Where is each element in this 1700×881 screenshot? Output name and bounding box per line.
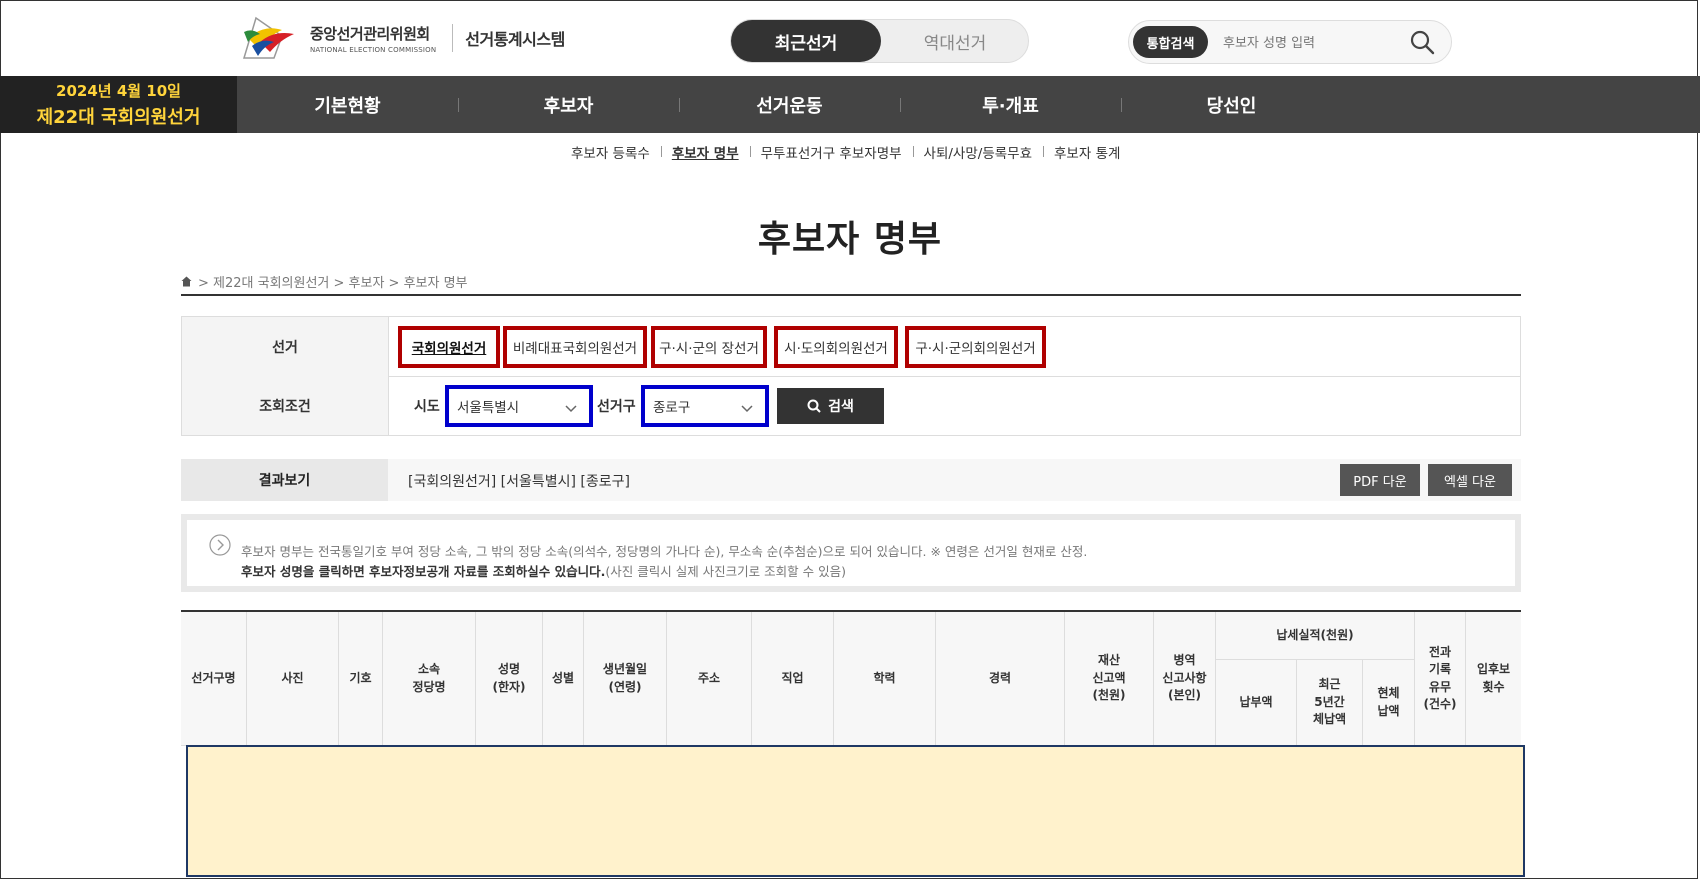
col-birthdate: 생년월일 (연령) bbox=[584, 612, 667, 746]
result-criteria: [국회의원선거] [서울특별시] [종로구] bbox=[408, 474, 630, 490]
chevron-down-icon bbox=[741, 401, 753, 413]
tab-local-head[interactable]: 구·시·군의 장선거 bbox=[651, 326, 767, 368]
col-address: 주소 bbox=[667, 612, 752, 746]
col-job: 직업 bbox=[752, 612, 834, 746]
col-career: 경력 bbox=[936, 612, 1065, 746]
col-assets: 재산 신고액 (천원) bbox=[1065, 612, 1154, 746]
condition-label: 조회조건 bbox=[182, 376, 389, 435]
toggle-past-election[interactable]: 역대선거 bbox=[881, 20, 1029, 62]
col-gender: 성별 bbox=[543, 612, 584, 746]
col-education: 학력 bbox=[834, 612, 936, 746]
unified-search: 통합검색 bbox=[1128, 20, 1452, 64]
col-number: 기호 bbox=[339, 612, 383, 746]
logo-divider bbox=[452, 24, 454, 52]
subnav-candidate-list[interactable]: 후보자 명부 bbox=[660, 142, 750, 162]
tab-proportional[interactable]: 비례대표국회의원선거 bbox=[503, 326, 647, 368]
nav-basic-status[interactable]: 기본현황 bbox=[237, 76, 458, 133]
col-party: 소속 정당명 bbox=[383, 612, 476, 746]
pdf-download-button[interactable]: PDF 다운 bbox=[1340, 464, 1420, 496]
sido-label: 시도 bbox=[414, 399, 440, 415]
excel-download-button[interactable]: 엑셀 다운 bbox=[1428, 464, 1512, 496]
subnav-uncontested-list[interactable]: 무투표선거구 후보자명부 bbox=[749, 142, 913, 162]
breadcrumb: > 제22대 국회의원선거 > 후보자 > 후보자 명부 bbox=[181, 272, 468, 291]
col-military: 병역 신고사항 (본인) bbox=[1154, 612, 1216, 746]
col-criminal-record: 전과 기록 유무 (건수) bbox=[1415, 612, 1466, 746]
search-icon bbox=[807, 399, 821, 413]
nav-voting-counting[interactable]: 투·개표 bbox=[900, 76, 1121, 133]
page-title: 후보자 명부 bbox=[757, 219, 943, 260]
col-district: 선거구명 bbox=[181, 612, 247, 746]
notice-line-2: 후보자 성명을 클릭하면 후보자정보공개 자료를 조회하실수 있습니다.(사진 … bbox=[241, 561, 846, 580]
sub-nav: 후보자 등록수 후보자 명부 무투표선거구 후보자명부 사퇴/사망/등록무효 후… bbox=[560, 142, 1131, 162]
col-tax-group: 납세실적(천원) bbox=[1216, 612, 1415, 660]
search-button[interactable]: 검색 bbox=[777, 388, 884, 424]
breadcrumb-path: > 제22대 국회의원선거 > 후보자 > 후보자 명부 bbox=[198, 276, 468, 291]
chevron-down-icon bbox=[565, 401, 577, 413]
col-tax-arrears-5y: 최근 5년간 체납액 bbox=[1297, 660, 1363, 746]
unified-search-badge[interactable]: 통합검색 bbox=[1133, 26, 1208, 58]
subnav-registration-count[interactable]: 후보자 등록수 bbox=[560, 142, 661, 162]
election-period-toggle: 최근선거 역대선거 bbox=[730, 19, 1029, 63]
col-tax-current-arrears: 현체 납액 bbox=[1363, 660, 1415, 746]
district-select[interactable]: 종로구 bbox=[641, 385, 769, 427]
search-filter: 선거 국회의원선거 비례대표국회의원선거 구·시·군의 장선거 시·도의회의원선… bbox=[181, 316, 1521, 436]
sido-selected: 서울특별시 bbox=[457, 400, 520, 416]
home-icon[interactable] bbox=[181, 276, 192, 287]
result-label: 결과보기 bbox=[181, 459, 388, 501]
tab-national-assembly[interactable]: 국회의원선거 bbox=[398, 326, 500, 368]
candidate-results-area bbox=[186, 745, 1525, 877]
site-logo[interactable]: 중앙선거관리위원회 NATIONAL ELECTION COMMISSION 선… bbox=[238, 16, 565, 60]
notice-line-2-rest: (사진 클릭시 실제 사진크기로 조회할 수 있음) bbox=[605, 564, 846, 579]
search-button-label: 검색 bbox=[828, 399, 854, 415]
current-election-banner[interactable]: 2024년 4월 10일 제22대 국회의원선거 bbox=[0, 76, 237, 133]
district-selected: 종로구 bbox=[653, 400, 691, 416]
system-name: 선거통계시스템 bbox=[465, 30, 565, 49]
nav-campaign[interactable]: 선거운동 bbox=[679, 76, 900, 133]
toggle-recent-election[interactable]: 최근선거 bbox=[731, 20, 881, 62]
election-name: 제22대 국회의원선거 bbox=[36, 107, 201, 128]
notice-box: 후보자 명부는 전국통일기호 부여 정당 소속, 그 밖의 정당 소속(의석수,… bbox=[181, 514, 1521, 592]
district-label: 선거구 bbox=[597, 399, 636, 415]
org-name: 중앙선거관리위원회 bbox=[310, 24, 430, 43]
tab-provincial-council[interactable]: 시·도의회의원선거 bbox=[774, 326, 898, 368]
nav-candidates[interactable]: 후보자 bbox=[458, 76, 679, 133]
col-tax-paid: 납부액 bbox=[1216, 660, 1297, 746]
nav-elected[interactable]: 당선인 bbox=[1121, 76, 1342, 133]
candidate-name-input[interactable] bbox=[1221, 29, 1395, 57]
chevron-right-circle-icon bbox=[209, 534, 231, 556]
election-date: 2024년 4월 10일 bbox=[56, 82, 181, 100]
col-name: 성명 (한자) bbox=[476, 612, 543, 746]
result-bar: 결과보기 [국회의원선거] [서울특별시] [종로구] PDF 다운 엑셀 다운 bbox=[181, 459, 1521, 501]
org-name-en: NATIONAL ELECTION COMMISSION bbox=[310, 45, 437, 54]
notice-line-1: 후보자 명부는 전국통일기호 부여 정당 소속, 그 밖의 정당 소속(의석수,… bbox=[241, 544, 1088, 559]
sido-select[interactable]: 서울특별시 bbox=[445, 385, 593, 427]
election-label: 선거 bbox=[182, 317, 389, 376]
search-icon[interactable] bbox=[1409, 29, 1435, 55]
main-nav: 2024년 4월 10일 제22대 국회의원선거 기본현황 후보자 선거운동 투… bbox=[0, 76, 1700, 133]
col-candidacy-count: 입후보 횟수 bbox=[1466, 612, 1521, 746]
tab-local-council[interactable]: 구·시·군의회의원선거 bbox=[905, 326, 1046, 368]
candidate-table: 선거구명 사진 기호 소속 정당명 성명 (한자) 성별 생년월일 (연령) 주… bbox=[181, 610, 1521, 746]
subnav-withdrawn[interactable]: 사퇴/사망/등록무효 bbox=[912, 142, 1043, 162]
nec-logo-icon bbox=[238, 16, 300, 60]
breadcrumb-divider bbox=[181, 294, 1521, 296]
subnav-candidate-stats[interactable]: 후보자 통계 bbox=[1043, 142, 1131, 162]
col-photo: 사진 bbox=[247, 612, 339, 746]
notice-line-2-bold: 후보자 성명을 클릭하면 후보자정보공개 자료를 조회하실수 있습니다. bbox=[241, 564, 606, 579]
